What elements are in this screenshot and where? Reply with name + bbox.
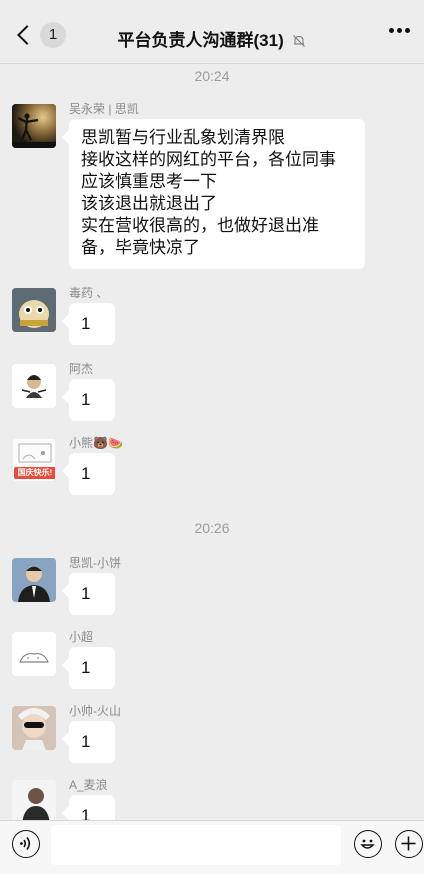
message-line: 思凯暂与行业乱象划清界限 — [81, 128, 285, 147]
avatar[interactable] — [12, 632, 56, 676]
dot-icon — [397, 28, 402, 33]
sender-name: 小超 — [69, 630, 94, 644]
more-options-button[interactable] — [389, 28, 410, 33]
timestamp: 20:24 — [194, 68, 230, 84]
avatar[interactable] — [12, 104, 56, 148]
message-bubble[interactable]: 1 — [69, 795, 115, 820]
avatar[interactable]: 国庆快乐! — [12, 438, 56, 482]
message-list[interactable]: 20:24 吴永荣 | 思凯 思凯暂与行业乱象划清界限 接收这样的网红的平台，各… — [0, 64, 424, 820]
message-line: 应该慎重思考一下 — [81, 172, 217, 191]
sender-name: 毒药 、 — [69, 286, 109, 300]
chat-title: 平台负责人沟通群(31) — [0, 26, 424, 53]
avatar[interactable] — [12, 706, 56, 750]
sender-name: 阿杰 — [69, 362, 94, 376]
sender-name: 小熊🐻🍉 — [69, 436, 123, 450]
avatar[interactable] — [12, 288, 56, 332]
voice-button[interactable] — [12, 830, 40, 858]
plus-icon — [401, 836, 416, 851]
message-line: 备，毕竟快凉了 — [81, 238, 200, 257]
avatar[interactable] — [12, 558, 56, 602]
avatar-caption: 国庆快乐! — [17, 468, 53, 477]
timestamp: 20:26 — [194, 520, 230, 536]
message-line: 该该退出就退出了 — [81, 194, 217, 213]
message-text: 1 — [81, 658, 91, 677]
message-text: 1 — [81, 806, 91, 820]
message-bubble[interactable]: 1 — [69, 303, 115, 345]
smiley-icon — [360, 839, 375, 849]
sender-name: 吴永荣 | 思凯 — [69, 102, 139, 116]
dot-icon — [405, 28, 410, 33]
more-functions-button[interactable] — [395, 830, 423, 858]
avatar[interactable] — [12, 780, 56, 820]
dot-icon — [389, 28, 394, 33]
message-text: 1 — [81, 584, 91, 603]
message-text: 1 — [81, 732, 91, 751]
sender-name: 小帅-火山 — [69, 704, 121, 718]
message-text: 1 — [81, 314, 91, 333]
sender-name: A_麦浪 — [69, 778, 108, 792]
message-bubble[interactable]: 1 — [69, 379, 115, 421]
message-line: 实在营收很高的，也做好退出准 — [81, 216, 319, 235]
message-input[interactable] — [51, 825, 341, 865]
message-text: 1 — [81, 464, 91, 483]
message-bubble[interactable]: 1 — [69, 721, 115, 763]
message-bubble[interactable]: 思凯暂与行业乱象划清界限 接收这样的网红的平台，各位同事 应该慎重思考一下 该该… — [69, 119, 365, 269]
chat-title-text: 平台负责人沟通群(31) — [117, 31, 284, 50]
voice-icon — [20, 837, 31, 850]
emoji-button[interactable] — [354, 830, 382, 858]
message-text: 1 — [81, 390, 91, 409]
message-bubble[interactable]: 1 — [69, 647, 115, 689]
chat-header: 1 平台负责人沟通群(31) — [0, 0, 424, 64]
message-bubble[interactable]: 1 — [69, 573, 115, 615]
mute-bell-icon — [292, 33, 306, 53]
avatar[interactable] — [12, 364, 56, 408]
message-bubble[interactable]: 1 — [69, 453, 115, 495]
message-line: 接收这样的网红的平台，各位同事 — [81, 150, 336, 169]
input-bar — [0, 820, 424, 874]
sender-name: 思凯-小饼 — [69, 556, 121, 570]
